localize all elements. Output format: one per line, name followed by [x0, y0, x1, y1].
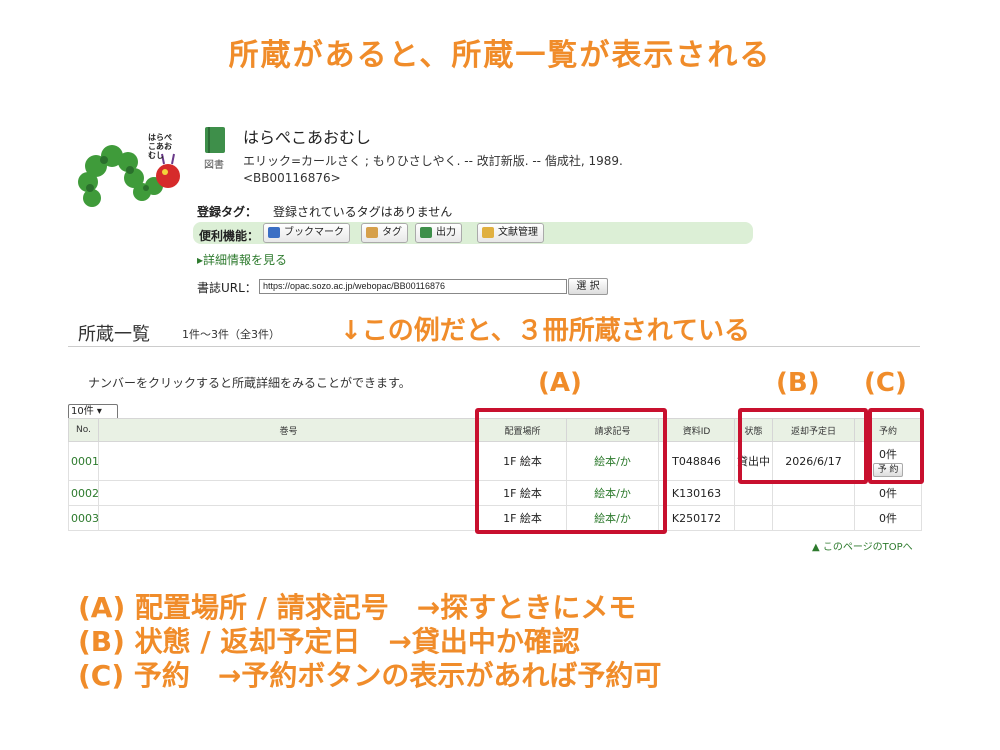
highlight-box-b — [738, 408, 868, 484]
book-metadata: エリック=カールさく ; もりひさしやく. -- 改訂新版. -- 偕成社, 1… — [243, 153, 623, 187]
holdings-count: 1件～3件（全3件） — [182, 328, 280, 341]
volume-cell — [98, 441, 479, 481]
item-id-cell: K130163 — [658, 480, 735, 506]
detail-info-link[interactable]: ▸詳細情報を見る — [197, 251, 287, 268]
tags-label: 登録タグ： — [197, 205, 258, 219]
tag-button[interactable]: タグ — [361, 223, 408, 243]
folder-icon — [482, 227, 494, 238]
headline: 所蔵があると、所蔵一覧が表示される — [228, 38, 772, 73]
bookmark-button[interactable]: ブックマーク — [263, 223, 350, 243]
reserve-count: 0件 — [854, 480, 922, 506]
export-button[interactable]: 出力 — [415, 223, 462, 243]
select-url-button[interactable]: 選 択 — [568, 278, 608, 295]
col-header-no[interactable]: No. — [68, 418, 99, 442]
col-header-volume[interactable]: 巻号 — [98, 418, 479, 442]
tags-value: 登録されているタグはありません — [273, 205, 453, 219]
item-id-cell: K250172 — [658, 505, 735, 531]
col-header-item-id[interactable]: 資料ID — [658, 418, 735, 442]
status-cell — [734, 480, 773, 506]
holdings-title: 所蔵一覧 — [78, 324, 150, 345]
material-type-label: 図書 — [204, 160, 224, 171]
due-date-cell — [772, 505, 855, 531]
export-label: 出力 — [436, 227, 456, 238]
highlight-box-a — [475, 408, 667, 534]
tag-icon — [366, 227, 378, 238]
volume-cell — [98, 505, 479, 531]
book-icon — [205, 127, 225, 153]
cover-title-text: はらぺこあおむし — [148, 133, 172, 160]
tag-label: タグ — [382, 227, 402, 238]
reference-manager-label: 文献管理 — [498, 227, 538, 238]
item-id-cell: T048846 — [658, 441, 735, 481]
highlight-box-c — [868, 408, 924, 484]
back-to-top-link[interactable]: ▲ このページのTOPへ — [812, 538, 913, 553]
bookmark-icon — [268, 227, 280, 238]
holdings-instruction: ナンバーをクリックすると所蔵詳細をみることができます。 — [88, 376, 411, 390]
status-cell — [734, 505, 773, 531]
book-record-id: <BB00116876> — [243, 171, 341, 185]
permalink-url-field[interactable]: https://opac.sozo.ac.jp/webopac/BB001168… — [259, 279, 567, 294]
item-number-link[interactable]: 0002 — [68, 480, 99, 506]
label-a: (A) — [538, 368, 582, 398]
label-b: (B) — [776, 368, 820, 398]
url-label: 書誌URL： — [197, 281, 257, 295]
section-divider — [68, 346, 920, 347]
legend-c: (C) 予約 →予約ボタンの表示があれば予約可 — [78, 659, 662, 692]
book-title[interactable]: はらぺこあおむし — [243, 124, 371, 148]
due-date-cell — [772, 480, 855, 506]
book-author-publisher: エリック=カールさく ; もりひさしやく. -- 改訂新版. -- 偕成社, 1… — [243, 154, 623, 168]
holdings-annotation: ↓この例だと、３冊所蔵されている — [340, 316, 750, 346]
reserve-count: 0件 — [854, 505, 922, 531]
export-icon — [420, 227, 432, 238]
utility-toolbar: 便利機能： ブックマーク タグ 出力 文献管理 — [193, 222, 753, 244]
item-number-link[interactable]: 0001 — [68, 441, 99, 481]
volume-cell — [98, 480, 479, 506]
toolbar-label: 便利機能： — [199, 229, 260, 243]
bookmark-label: ブックマーク — [284, 227, 344, 238]
label-c: (C) — [864, 368, 907, 398]
reference-manager-button[interactable]: 文献管理 — [477, 223, 544, 243]
item-number-link[interactable]: 0003 — [68, 505, 99, 531]
